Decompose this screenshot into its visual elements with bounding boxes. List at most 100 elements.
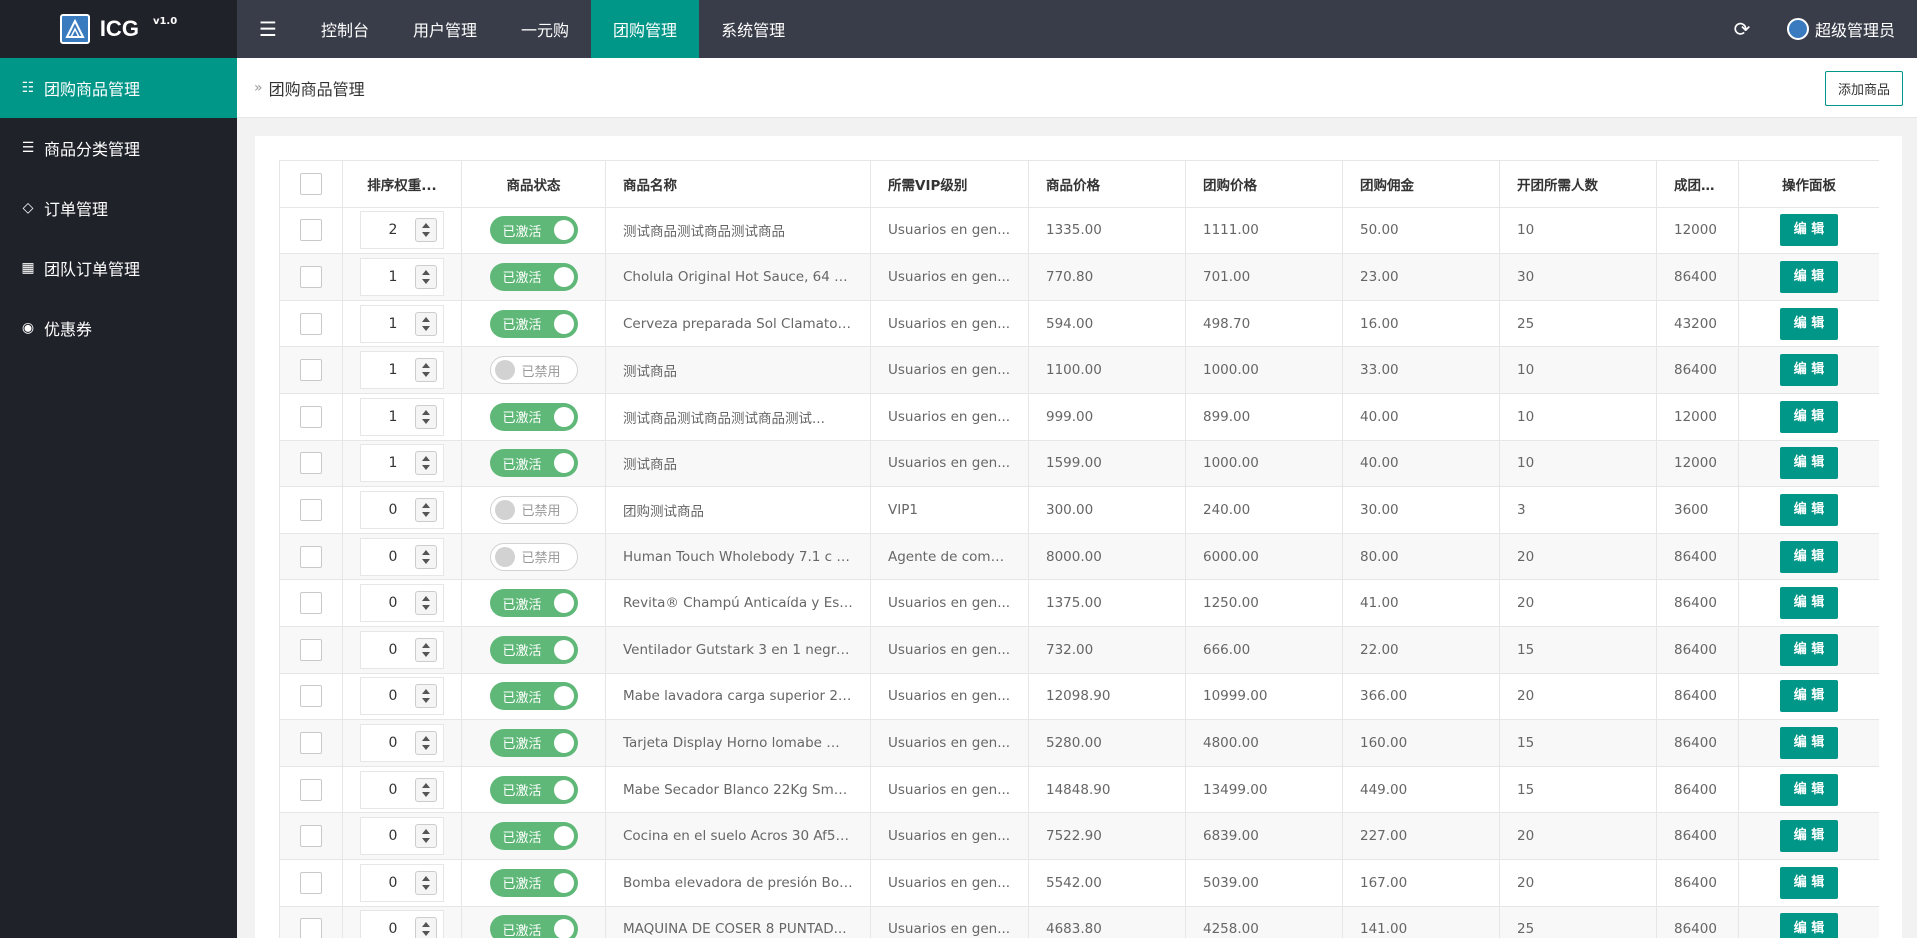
table-wrapper[interactable]: 排序权重... 商品状态 商品名称 所需VIP级别 商品价格 团购价格 团购佣金…: [279, 160, 1879, 938]
status-toggle[interactable]: 已激活: [489, 262, 578, 291]
col-price[interactable]: 商品价格: [1028, 160, 1186, 208]
sort-weight-input[interactable]: 1: [360, 351, 444, 390]
sort-weight-input[interactable]: 1: [360, 397, 444, 436]
table-row[interactable]: 0 已禁用 Human Touch Wholebody 7.1 с н... Agen…: [279, 532, 1879, 581]
sort-weight-input[interactable]: 0: [360, 630, 444, 669]
row-checkbox[interactable]: [300, 405, 322, 428]
sidebar-item-group-products[interactable]: ☷ 团购商品管理: [0, 58, 237, 118]
logo[interactable]: ICG v1.0: [0, 0, 237, 58]
sidebar-item-categories[interactable]: ☰ 商品分类管理: [0, 118, 237, 178]
sort-weight-input[interactable]: 0: [360, 677, 444, 716]
edit-button[interactable]: 编 辑: [1780, 866, 1838, 899]
col-people[interactable]: 开团所需人数: [1499, 160, 1657, 208]
status-toggle[interactable]: 已禁用: [489, 495, 578, 524]
stepper-icon[interactable]: [415, 358, 437, 383]
edit-button[interactable]: 编 辑: [1780, 540, 1838, 573]
table-row[interactable]: 0 已激活 Ventilador Gutstark 3 en 1 negro ...…: [279, 625, 1879, 674]
edit-button[interactable]: 编 辑: [1780, 913, 1838, 938]
sort-weight-input[interactable]: 0: [360, 584, 444, 623]
sort-weight-input[interactable]: 0: [360, 770, 444, 809]
nav-group-buy[interactable]: 团购管理: [591, 0, 700, 58]
stepper-icon[interactable]: [415, 684, 437, 709]
sort-weight-input[interactable]: 2: [360, 211, 444, 250]
table-row[interactable]: 1 已激活 Cerveza preparada Sol Clamato 2... Us…: [279, 299, 1879, 348]
col-sort[interactable]: 排序权重...: [342, 160, 462, 208]
stepper-icon[interactable]: [415, 870, 437, 895]
col-name[interactable]: 商品名称: [605, 160, 871, 208]
table-row[interactable]: 0 已激活 Mabe Secador Blanco 22Kg Sme... Usuar…: [279, 765, 1879, 814]
row-checkbox[interactable]: [300, 265, 322, 288]
row-checkbox[interactable]: [300, 452, 322, 475]
table-row[interactable]: 1 已激活 Cholula Original Hot Sauce, 64 fl ..…: [279, 253, 1879, 301]
col-status[interactable]: 商品状态: [461, 160, 606, 208]
refresh-icon[interactable]: ⟳: [1717, 0, 1767, 58]
sort-weight-input[interactable]: 0: [360, 817, 444, 856]
edit-button[interactable]: 编 辑: [1780, 587, 1838, 620]
edit-button[interactable]: 编 辑: [1780, 307, 1838, 340]
col-commission[interactable]: 团购佣金: [1342, 160, 1500, 208]
status-toggle[interactable]: 已激活: [489, 449, 578, 478]
stepper-icon[interactable]: [415, 824, 437, 849]
table-row[interactable]: 0 已激活 Revita® Champú Anticaída y Esti... Us…: [279, 579, 1879, 627]
row-checkbox[interactable]: [300, 359, 322, 382]
table-row[interactable]: 0 已激活 Bomba elevadora de presión Bos... Usu…: [279, 858, 1879, 907]
row-checkbox[interactable]: [300, 685, 322, 708]
status-toggle[interactable]: 已激活: [489, 728, 578, 757]
sort-weight-input[interactable]: 0: [360, 490, 444, 529]
stepper-icon[interactable]: [415, 311, 437, 336]
status-toggle[interactable]: 已激活: [489, 775, 578, 804]
stepper-icon[interactable]: [415, 497, 437, 522]
stepper-icon[interactable]: [415, 591, 437, 616]
row-checkbox[interactable]: [300, 592, 322, 615]
status-toggle[interactable]: 已激活: [489, 915, 578, 938]
edit-button[interactable]: 编 辑: [1780, 447, 1838, 480]
sort-weight-input[interactable]: 0: [360, 537, 444, 576]
add-product-button[interactable]: 添加商品: [1824, 71, 1903, 106]
table-row[interactable]: 0 已激活 MAQUINA DE COSER 8 PUNTAD... Usuarios…: [279, 905, 1879, 938]
sidebar-item-coupons[interactable]: ◉ 优惠券: [0, 298, 237, 358]
stepper-icon[interactable]: [415, 917, 437, 938]
stepper-icon[interactable]: [415, 637, 437, 662]
edit-button[interactable]: 编 辑: [1780, 493, 1838, 526]
row-checkbox[interactable]: [300, 825, 322, 848]
sort-weight-input[interactable]: 1: [360, 304, 444, 343]
stepper-icon[interactable]: [415, 264, 437, 289]
status-toggle[interactable]: 已激活: [489, 822, 578, 851]
nav-system[interactable]: 系统管理: [699, 0, 807, 58]
sidebar-item-team-orders[interactable]: ▦ 团队订单管理: [0, 238, 237, 298]
edit-button[interactable]: 编 辑: [1780, 726, 1838, 759]
edit-button[interactable]: 编 辑: [1780, 214, 1838, 247]
status-toggle[interactable]: 已激活: [489, 402, 578, 431]
row-checkbox[interactable]: [300, 545, 322, 568]
edit-button[interactable]: 编 辑: [1780, 680, 1838, 713]
row-checkbox[interactable]: [300, 778, 322, 801]
col-vip[interactable]: 所需VIP级别: [870, 160, 1029, 208]
table-row[interactable]: 0 已激活 Cocina en el suelo Acros 30 Af53... U…: [279, 812, 1879, 860]
table-row[interactable]: 2 已激活 测试商品测试商品测试商品 Usuarios en gen... 1335.0…: [279, 206, 1879, 255]
stepper-icon[interactable]: [415, 544, 437, 569]
edit-button[interactable]: 编 辑: [1780, 773, 1838, 806]
nav-dashboard[interactable]: 控制台: [299, 0, 391, 58]
table-row[interactable]: 0 已激活 Mabe lavadora carga superior 20 ... U…: [279, 672, 1879, 721]
row-checkbox[interactable]: [300, 498, 322, 521]
sort-weight-input[interactable]: 0: [360, 723, 444, 762]
table-row[interactable]: 1 已激活 测试商品 Usuarios en gen... 1599.00 1000.00…: [279, 439, 1879, 488]
status-toggle[interactable]: 已激活: [489, 589, 578, 618]
status-toggle[interactable]: 已激活: [489, 309, 578, 338]
status-toggle[interactable]: 已禁用: [489, 542, 578, 571]
sidebar-item-orders[interactable]: ◇ 订单管理: [0, 178, 237, 238]
stepper-icon[interactable]: [415, 404, 437, 429]
edit-button[interactable]: 编 辑: [1780, 820, 1838, 853]
row-checkbox[interactable]: [300, 871, 322, 894]
select-all-checkbox[interactable]: [300, 172, 322, 195]
sort-weight-input[interactable]: 1: [360, 257, 444, 296]
edit-button[interactable]: 编 辑: [1780, 633, 1838, 666]
stepper-icon[interactable]: [415, 218, 437, 243]
table-row[interactable]: 1 已激活 测试商品测试商品测试商品测试... Usuarios en gen... 9…: [279, 392, 1879, 441]
stepper-icon[interactable]: [415, 777, 437, 802]
row-checkbox[interactable]: [300, 731, 322, 754]
status-toggle[interactable]: 已激活: [489, 868, 578, 897]
nav-user-management[interactable]: 用户管理: [391, 0, 499, 58]
row-checkbox[interactable]: [300, 312, 322, 335]
status-toggle[interactable]: 已激活: [489, 682, 578, 711]
